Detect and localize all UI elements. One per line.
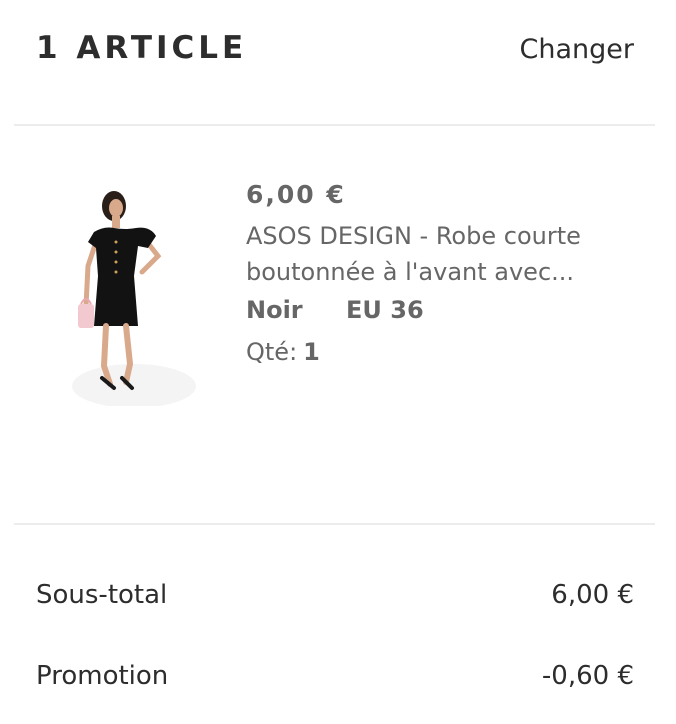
promotion-row: Promotion -0,60 € (36, 661, 634, 701)
subtotal-value: 6,00 € (551, 580, 634, 610)
basket-header: 1 ARTICLE Changer (0, 0, 676, 126)
promotion-label: Promotion (36, 661, 169, 691)
item-color: Noir (246, 296, 303, 324)
divider (14, 523, 655, 525)
promotion-value: -0,60 € (541, 661, 634, 691)
item-quantity: Qté: 1 (246, 338, 646, 366)
subtotal-row: Sous-total 6,00 € (36, 580, 634, 620)
qty-label: Qté: (246, 338, 298, 366)
dress-icon (64, 186, 204, 406)
item-size: EU 36 (346, 296, 424, 324)
product-image[interactable] (64, 186, 204, 406)
item-price: 6,00 € (246, 180, 346, 209)
basket-summary: 1 ARTICLE Changer 6,00 € ASOS DESIGN - R… (0, 0, 676, 724)
subtotal-label: Sous-total (36, 580, 168, 610)
item-details: 6,00 € ASOS DESIGN - Robe courte boutonn… (246, 180, 646, 366)
change-link[interactable]: Changer (520, 34, 634, 65)
divider (14, 124, 655, 126)
item-name[interactable]: ASOS DESIGN - Robe courte boutonnée à l'… (246, 218, 626, 290)
qty-value: 1 (303, 338, 320, 366)
item-attributes: Noir EU 36 (246, 296, 646, 334)
article-count-title: 1 ARTICLE (36, 30, 248, 66)
